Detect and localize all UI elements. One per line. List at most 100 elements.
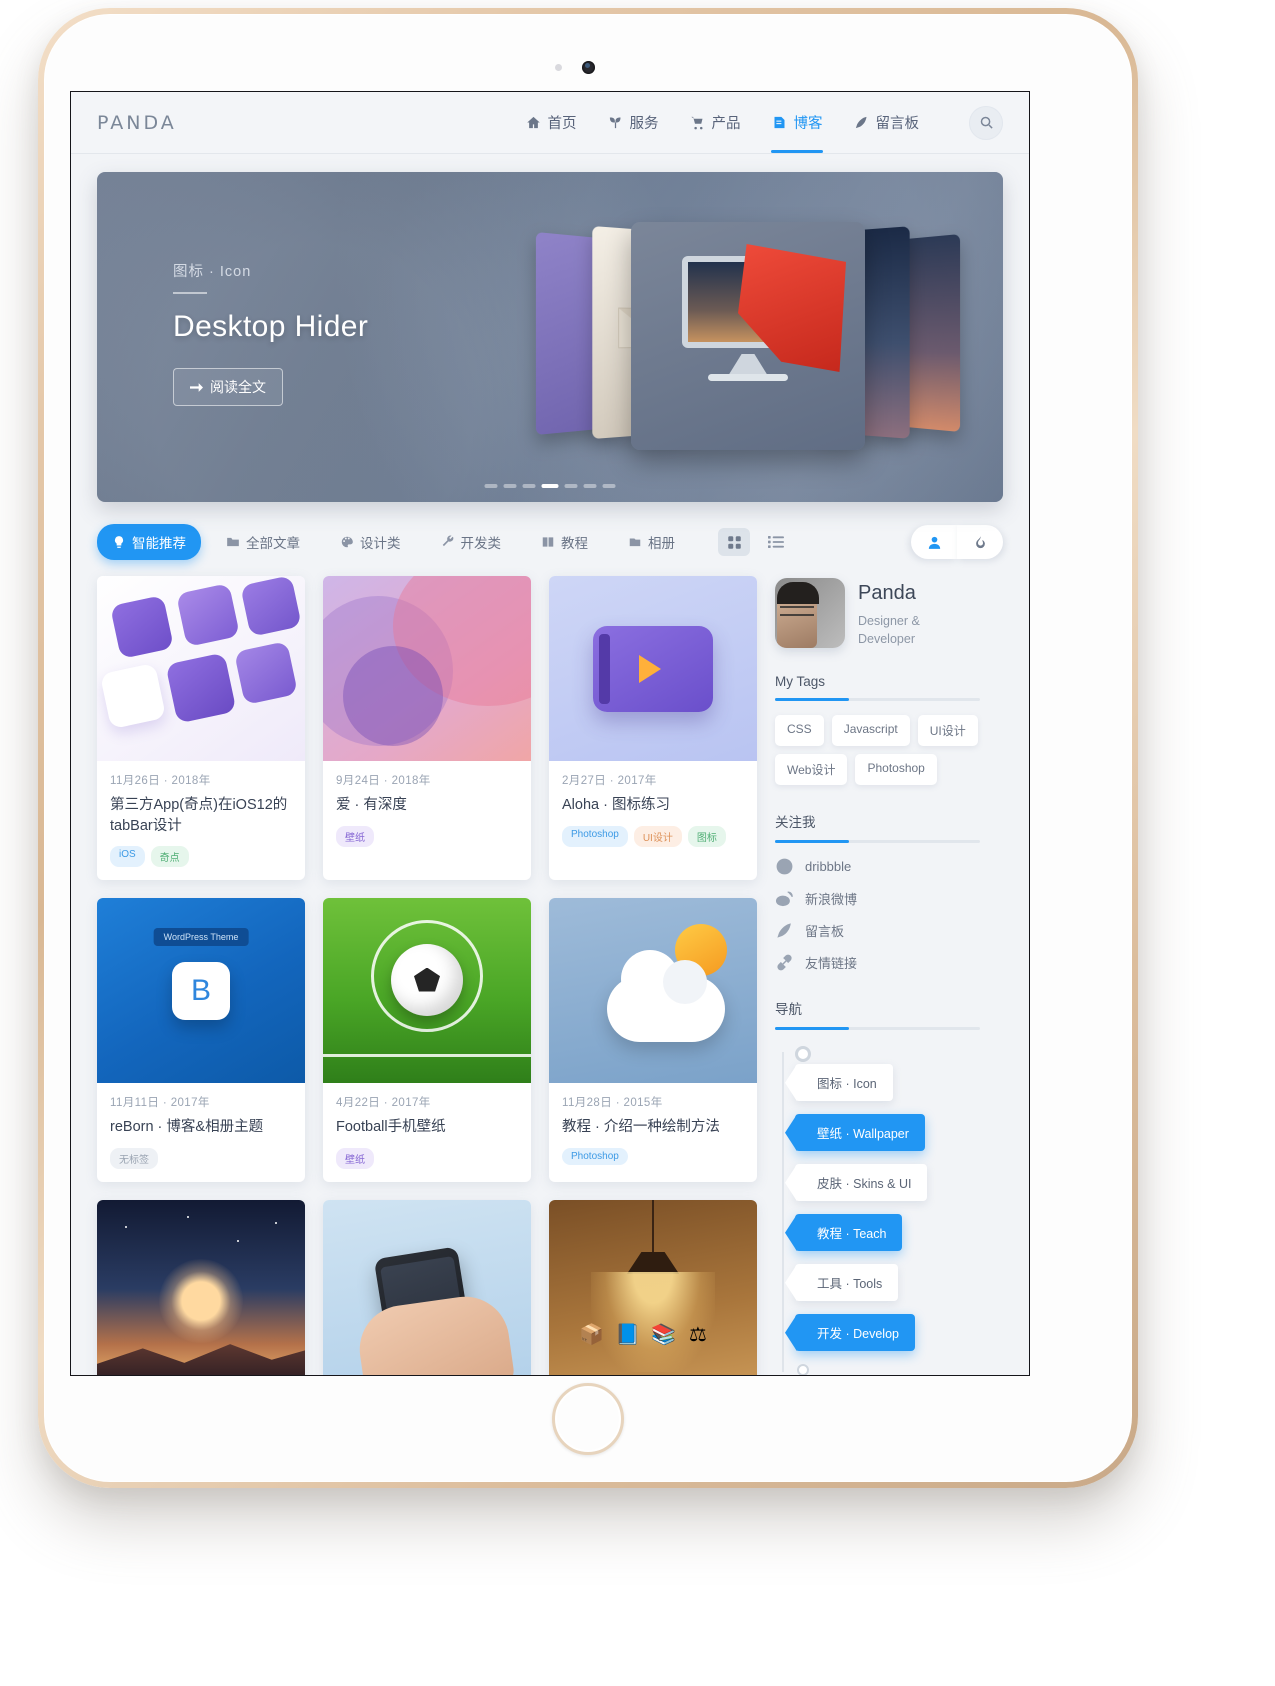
nav-item-guestbook[interactable]: 留言板 [851,92,922,153]
sidebar-tag[interactable]: Web设计 [775,754,848,786]
article-card[interactable]: 📦 📘 📚 ⚖ 11月20日 · 2015年 OrgRar · WinRAR主题 [549,1199,757,1375]
article-tag[interactable]: iOS [110,846,145,868]
site-logo[interactable]: PANDA [97,112,177,134]
sidebar-tag[interactable]: UI设计 [917,715,978,747]
filter-label: 相册 [648,536,675,551]
article-card[interactable]: 9月24日 · 2018年 爱 · 有深度 壁纸 [323,576,531,881]
list-view-button[interactable] [760,528,792,556]
user-profile-button[interactable] [911,525,957,559]
hero-dot-active[interactable] [541,484,559,488]
nav-flag-develop[interactable]: 开发 · Develop [795,1314,915,1352]
article-tag[interactable]: Photoshop [562,1147,628,1165]
filter-design[interactable]: 设计类 [325,524,416,560]
icon-tile [240,576,302,637]
article-date: 11月26日 · 2018年 [110,775,211,787]
hero-dot[interactable] [484,484,498,488]
article-title: 第三方App(奇点)在iOS12的tabBar设计 [110,797,288,834]
article-tag[interactable]: 奇点 [150,846,189,868]
article-card[interactable]: 2月27日 · 2017年 Aloha · 图标练习 Photoshop UI设… [549,576,757,881]
hero-title: Desktop Hider [173,310,369,343]
article-tag[interactable]: UI设计 [633,825,682,847]
article-tag[interactable]: 无标签 [110,1147,158,1169]
nav-timeline: 图标 · Icon 壁纸 · Wallpaper 皮肤 · Skins & UI… [775,1046,980,1375]
search-button[interactable] [969,105,1003,140]
hero-banner[interactable]: 图标 · Icon Desktop Hider 阅读全文 [97,172,1003,502]
grid-view-button[interactable] [718,528,750,556]
article-thumbnail [323,898,531,1084]
avatar-hair [777,582,819,604]
hero-artwork [533,222,963,452]
article-tag[interactable]: 壁纸 [336,825,374,847]
follow-item-guestbook[interactable]: 留言板 [775,921,980,940]
sidebar-tag[interactable]: Photoshop [855,754,937,786]
article-tag[interactable]: Photoshop [562,825,628,847]
nav-flag-teach[interactable]: 教程 · Teach [795,1214,903,1252]
filter-smart-recommend[interactable]: 智能推荐 [97,524,201,560]
nav-item-service[interactable]: 服务 [605,92,661,153]
article-title: Aloha · 图标练习 [562,797,670,813]
view-toggle [718,528,792,556]
bulb-icon [114,536,124,548]
profile-quick-actions [911,525,1003,559]
follow-item-weibo[interactable]: 新浪微博 [775,889,980,908]
article-tags: iOS 奇点 [110,846,292,868]
article-card[interactable]: 4月22日 · 2017年 Football手机壁纸 壁纸 [323,898,531,1182]
nav-flag-icon[interactable]: 图标 · Icon [795,1064,893,1102]
nav-item-home[interactable]: 首页 [523,92,579,153]
filter-develop[interactable]: 开发类 [426,524,517,560]
filter-label: 全部文章 [246,536,300,551]
follow-list: dribbble 新浪微博 留言板 友情链接 [775,857,980,972]
nav-item-blog[interactable]: 博客 [769,92,825,153]
filter-label: 开发类 [460,536,502,551]
front-camera [582,61,595,74]
nav-flag-tools[interactable]: 工具 · Tools [795,1264,899,1302]
sidebar-tag[interactable]: Javascript [831,715,910,747]
article-card[interactable]: 11月26日 · 2018年 第三方App(奇点)在iOS12的tabBar设计… [97,576,305,881]
article-title: reBorn · 博客&相册主题 [110,1119,264,1136]
follow-item-links[interactable]: 友情链接 [775,953,980,972]
theme-badge: WordPress Theme [153,928,249,947]
filter-all-articles[interactable]: 全部文章 [211,524,315,560]
filter-tutorial[interactable]: 教程 [526,524,603,560]
article-tags: Photoshop [562,1147,744,1165]
my-tags-title: My Tags [775,674,826,690]
hero-pagination [484,484,616,488]
article-card[interactable]: 4月16日 · 2016年 私藏壁纸一张 [97,1199,305,1375]
media-icon-illustration [593,625,713,712]
article-title: 教程 · 介绍一种绘制方法 [562,1119,720,1136]
nav-section-title: 导航 [775,1002,802,1018]
article-tags: 无标签 [110,1147,292,1169]
follow-item-dribbble[interactable]: dribbble [775,857,980,876]
hero-dot[interactable] [522,484,536,488]
article-tag[interactable]: 壁纸 [336,1147,374,1169]
sidebar-tag[interactable]: CSS [775,715,824,747]
article-card[interactable]: 11月20日 · 2015年 flyme手机主题 Photoshop UI设计 [323,1199,531,1375]
hero-dot[interactable] [564,484,578,488]
wrench-icon [442,535,453,547]
cart-icon [690,116,702,130]
my-tags-list: CSS Javascript UI设计 Web设计 Photoshop [775,715,980,786]
article-card[interactable]: 11月28日 · 2015年 教程 · 介绍一种绘制方法 Photoshop [549,898,757,1182]
nav-flag-wallpaper[interactable]: 壁纸 · Wallpaper [795,1114,925,1152]
article-card[interactable]: WordPress Theme B 11月11日 · 2017年 reBorn … [97,898,305,1182]
hero-dot[interactable] [602,484,616,488]
article-date: 11月28日 · 2015年 [562,1097,663,1110]
hero-dot[interactable] [503,484,517,488]
pitch-line [323,1054,531,1058]
star [237,1239,239,1242]
article-date: 4月22日 · 2017年 [336,1097,431,1110]
browser-screen: PANDA 首页 服务 产品 博客 留言板 图标 · Icon Desktop … [70,91,1030,1376]
soccer-ball-icon [391,943,463,1016]
hero-read-more-button[interactable]: 阅读全文 [173,368,283,406]
home-button[interactable] [552,1383,624,1455]
timeline-node [795,1046,811,1063]
article-title: Football手机壁纸 [336,1119,446,1136]
avatar-glasses [780,606,814,616]
nav-flag-skins[interactable]: 皮肤 · Skins & UI [795,1164,928,1202]
hand-illustration [354,1290,517,1375]
hero-dot[interactable] [583,484,597,488]
filter-album[interactable]: 相册 [613,524,690,560]
nav-item-product[interactable]: 产品 [687,92,743,153]
article-tag[interactable]: 图标 [687,825,726,847]
trending-button[interactable] [957,525,1003,559]
